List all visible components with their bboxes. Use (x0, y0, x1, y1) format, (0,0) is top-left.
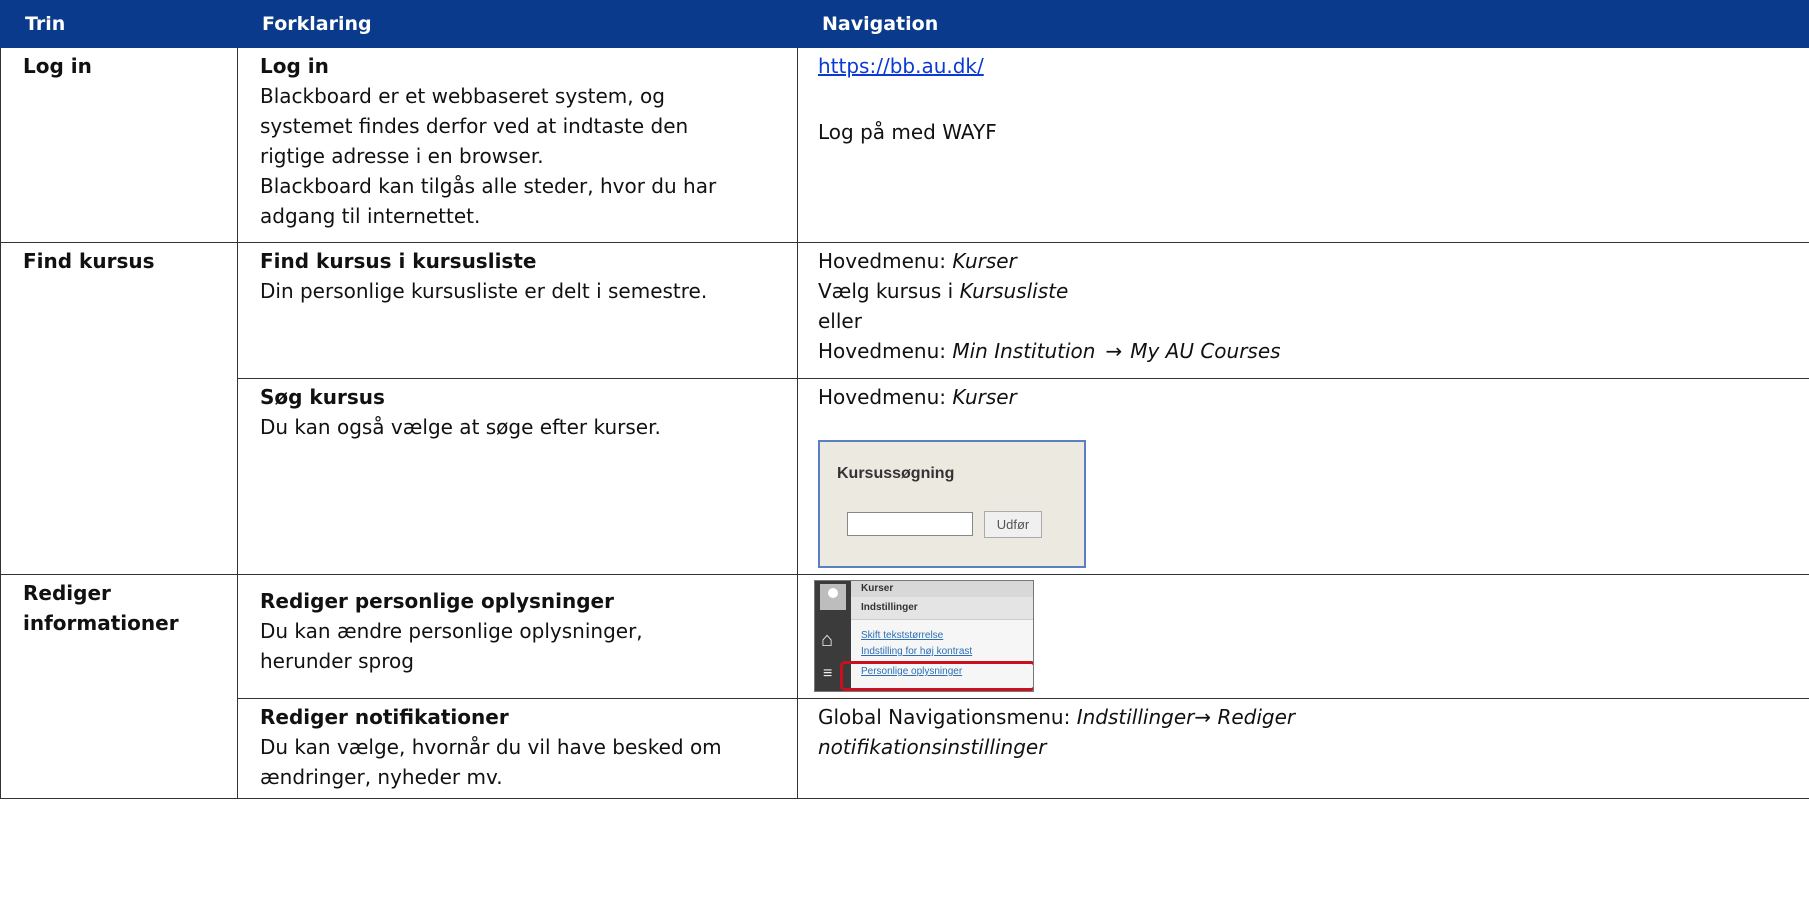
explanation-edit-info: Rediger personlige oplysninger Du kan æn… (237, 574, 798, 699)
nav-label: Vælg kursus i (818, 279, 960, 303)
nav-label: Global Navigationsmenu: (818, 705, 1077, 729)
header-trin: Trin (0, 0, 238, 48)
navigation-search-course: Hovedmenu: Kurser Kursussøgning Udfør (797, 378, 1809, 575)
explanation-search-course: Søg kursus Du kan også vælge at søge eft… (237, 378, 798, 575)
navigation-notifications: Global Navigationsmenu: Indstillinger→ R… (797, 698, 1809, 799)
navigation-edit-info: ⌂ ≡ Kurser Indstillinger Skift tekststør… (797, 574, 1809, 699)
nav-line-notif-1: Global Navigationsmenu: Indstillinger→ R… (818, 702, 1799, 732)
nav-line-4: Hovedmenu: Min Institution → My AU Courses (818, 336, 1799, 366)
step-edit-line2: informationer (23, 611, 179, 635)
notifications-desc-1: Du kan vælge, hvornår du vil have besked… (260, 735, 722, 759)
menu-heading-indstillinger[interactable]: Indstillinger (851, 597, 1033, 620)
row-find-course: Find kursus Find kursus i kursusliste Di… (0, 242, 1809, 575)
row-edit-notifications: Rediger notifikationer Du kan vælge, hvo… (1, 698, 1809, 799)
menu-item-high-contrast[interactable]: Indstilling for høj kontrast (851, 644, 1033, 660)
bb-link[interactable]: https://bb.au.dk/ (818, 54, 984, 78)
nav-item-my-au-courses: My AU Courses (1130, 339, 1281, 363)
edit-info-desc-2: herunder sprog (260, 649, 414, 673)
arrow-right-icon: → (1105, 339, 1123, 363)
nav-line-3: eller (818, 309, 862, 333)
find-course-desc: Din personlige kursusliste er delt i sem… (260, 279, 708, 303)
highlight-box (840, 661, 1033, 691)
header-navigation: Navigation (797, 0, 1809, 48)
notifications-desc-2: ændringer, nyheder mv. (260, 765, 503, 789)
nav-item-indstillinger: Indstillinger (1076, 705, 1195, 729)
nav-line-search: Hovedmenu: Kurser (818, 382, 1799, 412)
nav-item-kursusliste: Kursusliste (959, 279, 1069, 303)
nav-label: Hovedmenu: (818, 339, 953, 363)
wayf-text: Log på med WAYF (818, 120, 997, 144)
guide-table: Trin Forklaring Navigation Log in Log in… (0, 0, 1809, 799)
nav-line-1: Hovedmenu: Kurser (818, 246, 1799, 276)
nav-item-notification-settings: notifikationsinstillinger (818, 735, 1047, 759)
explanation-notifications: Rediger notifikationer Du kan vælge, hvo… (237, 698, 798, 799)
step-edit-line1: Rediger (23, 581, 111, 605)
notifications-title: Rediger notifikationer (260, 705, 509, 729)
login-line-1: Blackboard er et webbaseret system, og (260, 84, 665, 108)
step-login: Log in (0, 47, 238, 243)
find-course-title: Find kursus i kursusliste (260, 249, 537, 273)
nav-item-rediger: Rediger (1217, 705, 1296, 729)
nav-label: Hovedmenu: (818, 385, 953, 409)
course-search-button[interactable]: Udfør (984, 511, 1042, 538)
navigation-login: https://bb.au.dk/ Log på med WAYF (797, 47, 1809, 243)
explanation-find-course: Find kursus i kursusliste Din personlige… (237, 242, 798, 379)
stack-icon[interactable]: ≡ (823, 665, 832, 683)
nav-label: Hovedmenu: (818, 249, 953, 273)
course-search-input[interactable] (847, 512, 973, 536)
login-line-2: systemet findes derfor ved at indtaste d… (260, 114, 689, 138)
avatar-icon[interactable] (820, 584, 846, 610)
header-row: Trin Forklaring Navigation (0, 0, 1809, 48)
menu-heading-kurser[interactable]: Kurser (851, 581, 1033, 597)
explanation-login: Log in Blackboard er et webbaseret syste… (237, 47, 798, 243)
navigation-find-course: Hovedmenu: Kurser Vælg kursus i Kursusli… (797, 242, 1809, 379)
nav-item-kurser: Kurser (952, 385, 1017, 409)
settings-menu-screenshot: ⌂ ≡ Kurser Indstillinger Skift tekststør… (814, 580, 1034, 692)
nav-item-kurser: Kurser (952, 249, 1017, 273)
course-search-title: Kursussøgning (837, 465, 955, 482)
login-line-4: Blackboard kan tilgås alle steder, hvor … (260, 174, 717, 198)
nav-line-2: Vælg kursus i Kursusliste (818, 276, 1799, 306)
login-title: Log in (260, 54, 329, 78)
home-icon[interactable]: ⌂ (821, 629, 833, 651)
login-line-3: rigtige adresse i en browser. (260, 144, 544, 168)
step-find-course: Find kursus (0, 242, 238, 575)
row-search-course: Søg kursus Du kan også vælge at søge eft… (1, 378, 1809, 575)
row-edit-info: Rediger informationer Rediger personlige… (0, 574, 1809, 799)
header-forklaring: Forklaring (237, 0, 798, 48)
arrow-right-icon: → (1194, 705, 1218, 729)
edit-info-desc-1: Du kan ændre personlige oplysninger, (260, 619, 643, 643)
row-login: Log in Log in Blackboard er et webbasere… (0, 47, 1809, 243)
nav-item-min-institution: Min Institution (952, 339, 1096, 363)
edit-info-title: Rediger personlige oplysninger (260, 589, 614, 613)
menu-item-text-size[interactable]: Skift tekststørrelse (851, 628, 1033, 644)
step-edit-info: Rediger informationer (0, 574, 238, 799)
login-line-5: adgang til internettet. (260, 204, 481, 228)
course-search-panel: Kursussøgning Udfør (818, 440, 1086, 568)
search-course-title: Søg kursus (260, 385, 385, 409)
search-course-desc: Du kan også vælge at søge efter kurser. (260, 415, 661, 439)
